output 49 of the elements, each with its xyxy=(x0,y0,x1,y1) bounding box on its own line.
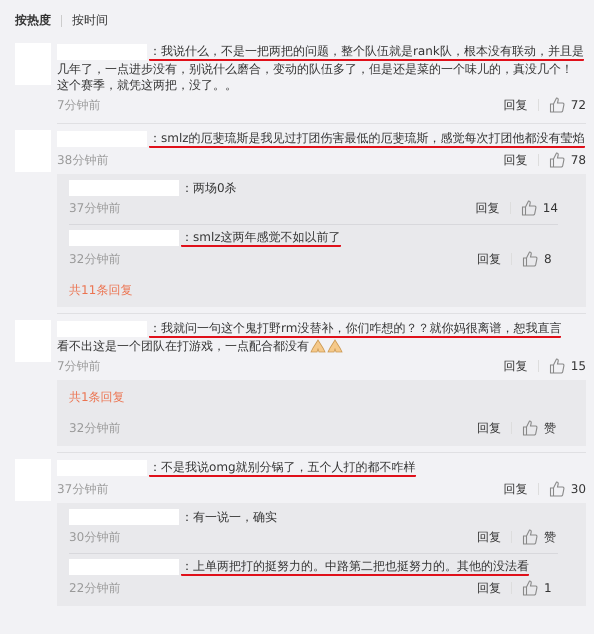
thumbs-up-icon[interactable] xyxy=(548,152,565,168)
reply-link[interactable]: 回复 xyxy=(504,480,528,498)
like-count: 14 xyxy=(542,201,558,215)
reply-link[interactable]: 回复 xyxy=(476,200,500,216)
comment-text: ：上单两把打的挺努力的。中路第二把也挺努力的。其他的没法看 xyxy=(181,558,529,576)
thumbs-up-icon[interactable] xyxy=(548,481,565,497)
thumbs-up-icon[interactable] xyxy=(548,358,565,374)
comment-text: 看不出这是一个团队在打游戏，一点配合都没有 xyxy=(57,338,309,354)
timestamp: 38分钟前 xyxy=(57,152,110,168)
like-count: 赞 xyxy=(544,420,557,436)
like-count: 15 xyxy=(570,359,586,373)
comment-text: 这个赛季，就凭这两把，没了。。 xyxy=(57,77,237,93)
like-count: 8 xyxy=(544,252,553,266)
reply-link[interactable]: 回复 xyxy=(504,358,528,374)
reply-link[interactable]: 回复 xyxy=(504,96,528,114)
reply-link[interactable]: 回复 xyxy=(477,580,501,596)
timestamp: 32分钟前 xyxy=(69,420,122,436)
thumbs-up-icon[interactable] xyxy=(522,580,538,596)
reply-link[interactable]: 回复 xyxy=(477,250,501,268)
comment-text: ：有一说一，确实 xyxy=(181,509,277,525)
reply-link[interactable]: 回复 xyxy=(504,152,528,168)
like-count: 1 xyxy=(544,581,553,595)
like-count: 78 xyxy=(570,153,586,167)
like-count: 30 xyxy=(570,482,586,496)
like-count: 72 xyxy=(570,98,586,112)
comment-text: ：smlz这两年感觉不如以前了 xyxy=(181,229,341,247)
sort-tab[interactable]: 按热度 xyxy=(15,12,51,29)
comment-text: ：两场0杀 xyxy=(181,180,237,196)
reply-link[interactable]: 回复 xyxy=(477,420,501,436)
sort-tab[interactable]: 按时间 xyxy=(72,12,108,29)
thumbs-up-icon[interactable] xyxy=(548,97,565,113)
timestamp: 7分钟前 xyxy=(57,96,102,114)
like-count: 赞 xyxy=(544,528,557,546)
comment-text: ：smlz的厄斐琉斯是我见过打团伤害最低的厄斐琉斯，感觉每次打团他都没有莹焰 xyxy=(149,130,585,148)
timestamp: 37分钟前 xyxy=(57,480,110,498)
comment-text: ：不是我说omg就别分锅了，五个人打的都不咋样 xyxy=(149,459,416,477)
thumbs-up-icon[interactable] xyxy=(522,251,538,267)
timestamp: 32分钟前 xyxy=(69,250,122,268)
comment-text: ：我说什么，不是一把两把的问题，整个队伍就是rank队，根本没有联动，并且是 xyxy=(149,43,584,61)
comment-text: 几年了，一点进步没有，别说什么磨合，变动的队伍多了，但是还是菜的一个味儿的，真没几个！ xyxy=(57,61,573,77)
timestamp: 22分钟前 xyxy=(69,580,122,596)
thumbs-up-icon[interactable] xyxy=(522,529,538,545)
reply-link[interactable]: 回复 xyxy=(477,528,501,546)
comment-text: ：我就问一句这个鬼打野rm没替补，你们咋想的？？就你妈很离谱，恕我直言 xyxy=(149,320,562,338)
thumbs-up-icon[interactable] xyxy=(522,420,538,436)
timestamp: 7分钟前 xyxy=(57,358,102,374)
timestamp: 37分钟前 xyxy=(69,200,122,216)
timestamp: 30分钟前 xyxy=(69,528,122,546)
thumbs-up-icon[interactable] xyxy=(520,200,537,216)
